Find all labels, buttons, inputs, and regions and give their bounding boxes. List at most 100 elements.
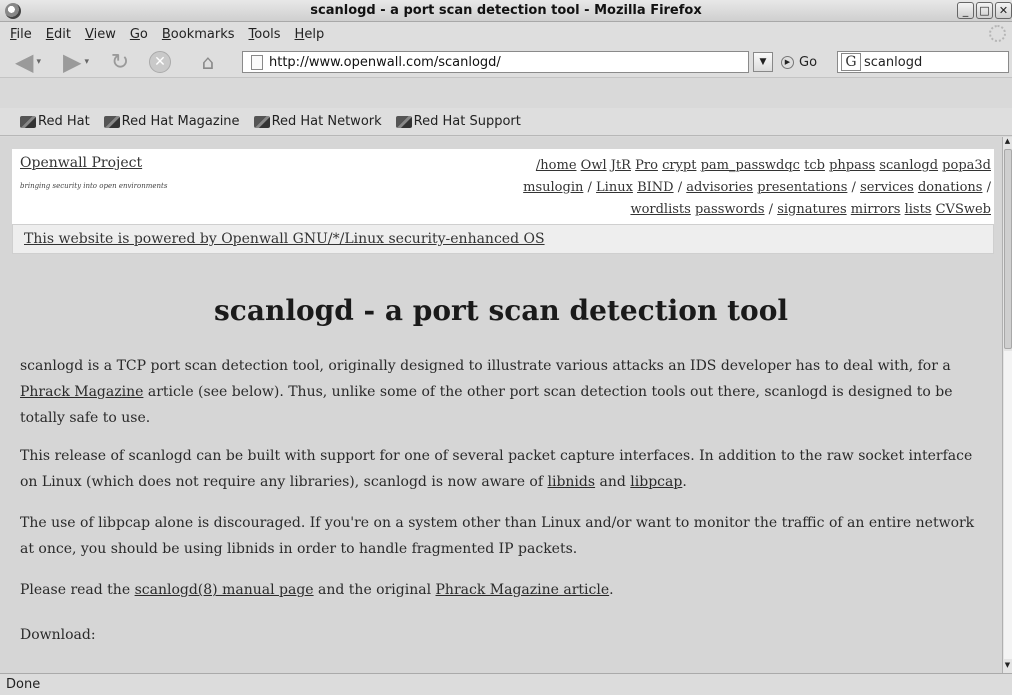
paragraph-text: Please read the [20,582,135,598]
nav-link-cvsweb[interactable]: CVSweb [936,202,991,217]
nav-link-linux[interactable]: Linux [596,180,633,195]
forward-button[interactable]: ▶ ▾ [54,48,98,76]
redhat-bookmark-icon [395,115,412,128]
libpcap-paragraph: The use of libpcap alone is discouraged.… [20,515,975,557]
libpcap-link[interactable]: libpcap [630,474,682,490]
menu-bookmarks[interactable]: Bookmarks [155,27,242,42]
window-title: scanlogd - a port scan detection tool - … [310,3,702,18]
bookmark-label: Red Hat Support [413,114,521,129]
libnids-link[interactable]: libnids [548,474,596,490]
search-input[interactable]: scanlogd [864,55,922,70]
search-box[interactable]: G scanlogd [837,51,1009,73]
window-controls: _ □ ✕ [957,2,1012,19]
close-button[interactable]: ✕ [995,2,1012,19]
bookmark-label: Red Hat [38,114,90,129]
site-nav-line-1: /home Owl JtR Pro crypt pam_passwdqc tcb… [431,155,991,177]
back-button[interactable]: ◀ ▾ [6,48,50,76]
nav-link-jtr[interactable]: JtR [611,158,631,173]
maximize-button[interactable]: □ [976,2,993,19]
home-button[interactable]: ⌂ [193,50,223,74]
nav-link-phpass[interactable]: phpass [829,158,875,173]
go-button[interactable]: ▶ Go [781,52,817,72]
reload-icon: ↻ [110,49,130,75]
nav-link-home[interactable]: /home [536,158,577,173]
nav-link-crypt[interactable]: crypt [662,158,696,173]
site-nav-line-2: msulogin / Linux BIND / advisories prese… [431,177,991,199]
url-bar[interactable]: http://www.openwall.com/scanlogd/ [242,51,749,73]
menu-help[interactable]: Help [288,27,332,42]
nav-link-scanlogd[interactable]: scanlogd [879,158,938,173]
nav-link-msulogin[interactable]: msulogin [523,180,583,195]
throbber-icon [989,25,1006,42]
nav-link-wordlists[interactable]: wordlists [630,202,690,217]
download-heading: Download: [20,627,96,643]
status-text: Done [6,677,41,692]
paragraph-text: article (see below). Thus, unlike some o… [20,384,953,426]
phrack-magazine-link[interactable]: Phrack Magazine [20,384,143,400]
read-paragraph: Please read the scanlogd(8) manual page … [20,577,988,603]
menu-tools[interactable]: Tools [242,27,288,42]
nav-separator: / [986,180,991,195]
chevron-down-icon[interactable]: ▾ [36,57,41,67]
nav-link-presentations[interactable]: presentations [757,180,847,195]
paragraph-text: This release of scanlogd can be built wi… [20,448,973,490]
nav-link-pro[interactable]: Pro [635,158,658,173]
nav-link-services[interactable]: services [860,180,914,195]
site-nav-line-3: wordlists passwords / signatures mirrors… [431,199,991,221]
nav-link-mirrors[interactable]: mirrors [851,202,901,217]
page-icon [251,54,263,70]
site-nav-links: /home Owl JtR Pro crypt pam_passwdqc tcb… [431,155,991,221]
bookmark-red-hat[interactable]: Red Hat [20,114,90,129]
menu-file[interactable]: File [3,27,39,42]
nav-separator: / [851,180,856,195]
nav-link-advisories[interactable]: advisories [686,180,753,195]
nav-link-tcb[interactable]: tcb [804,158,825,173]
menu-go[interactable]: Go [123,27,155,42]
search-engine-icon[interactable]: G [841,53,861,71]
status-bar: Done [0,673,1012,695]
nav-link-bind[interactable]: BIND [637,180,674,195]
site-header: Openwall Project bringing security into … [12,149,994,225]
scroll-thumb[interactable] [1004,149,1012,349]
paragraph-text: . [682,474,687,490]
powered-by-link[interactable]: This website is powered by Openwall GNU/… [24,231,545,247]
scroll-track[interactable] [1004,351,1012,659]
powered-by-banner: This website is powered by Openwall GNU/… [12,224,994,254]
stop-button[interactable]: ✕ [146,50,174,74]
url-history-dropdown[interactable]: ▼ [753,52,773,72]
nav-link-donations[interactable]: donations [918,180,983,195]
page-title: scanlogd - a port scan detection tool [214,294,788,327]
vertical-scrollbar[interactable]: ▲ ▼ [1002,137,1012,673]
navigation-toolbar: ◀ ▾ ▶ ▾ ↻ ✕ ⌂ http://www.openwall.com/sc… [0,46,1012,78]
bookmark-red-hat-support[interactable]: Red Hat Support [395,114,521,129]
manual-page-link[interactable]: scanlogd(8) manual page [135,582,314,598]
nav-link-lists[interactable]: lists [905,202,932,217]
page-viewport[interactable]: Openwall Project bringing security into … [0,137,1002,673]
bookmarks-toolbar: Red Hat Red Hat Magazine Red Hat Network… [0,108,1012,136]
scroll-up-icon[interactable]: ▲ [1003,137,1012,149]
menu-view[interactable]: View [78,27,123,42]
home-icon: ⌂ [201,50,215,74]
nav-link-pam-passwdqc[interactable]: pam_passwdqc [701,158,800,173]
minimize-button[interactable]: _ [957,2,974,19]
nav-link-signatures[interactable]: signatures [777,202,846,217]
bookmark-label: Red Hat Magazine [121,114,240,129]
paragraph-text: . [609,582,614,598]
chevron-down-icon[interactable]: ▾ [84,57,89,67]
reload-button[interactable]: ↻ [106,49,134,75]
bookmark-red-hat-magazine[interactable]: Red Hat Magazine [103,114,240,129]
redhat-bookmark-icon [20,115,36,128]
back-arrow-icon: ◀ [15,48,34,76]
menu-edit[interactable]: Edit [39,27,78,42]
paragraph-text: and [595,474,631,490]
paragraph-text: and the original [313,582,436,598]
nav-link-popa3d[interactable]: popa3d [942,158,991,173]
bookmark-red-hat-network[interactable]: Red Hat Network [253,114,382,129]
go-icon: ▶ [781,55,794,69]
url-text[interactable]: http://www.openwall.com/scanlogd/ [269,55,501,70]
scroll-down-icon[interactable]: ▼ [1003,661,1012,673]
site-name-link[interactable]: Openwall Project [20,155,142,171]
phrack-article-link[interactable]: Phrack Magazine article [436,582,610,598]
nav-link-passwords[interactable]: passwords [695,202,765,217]
nav-link-owl[interactable]: Owl [581,158,607,173]
